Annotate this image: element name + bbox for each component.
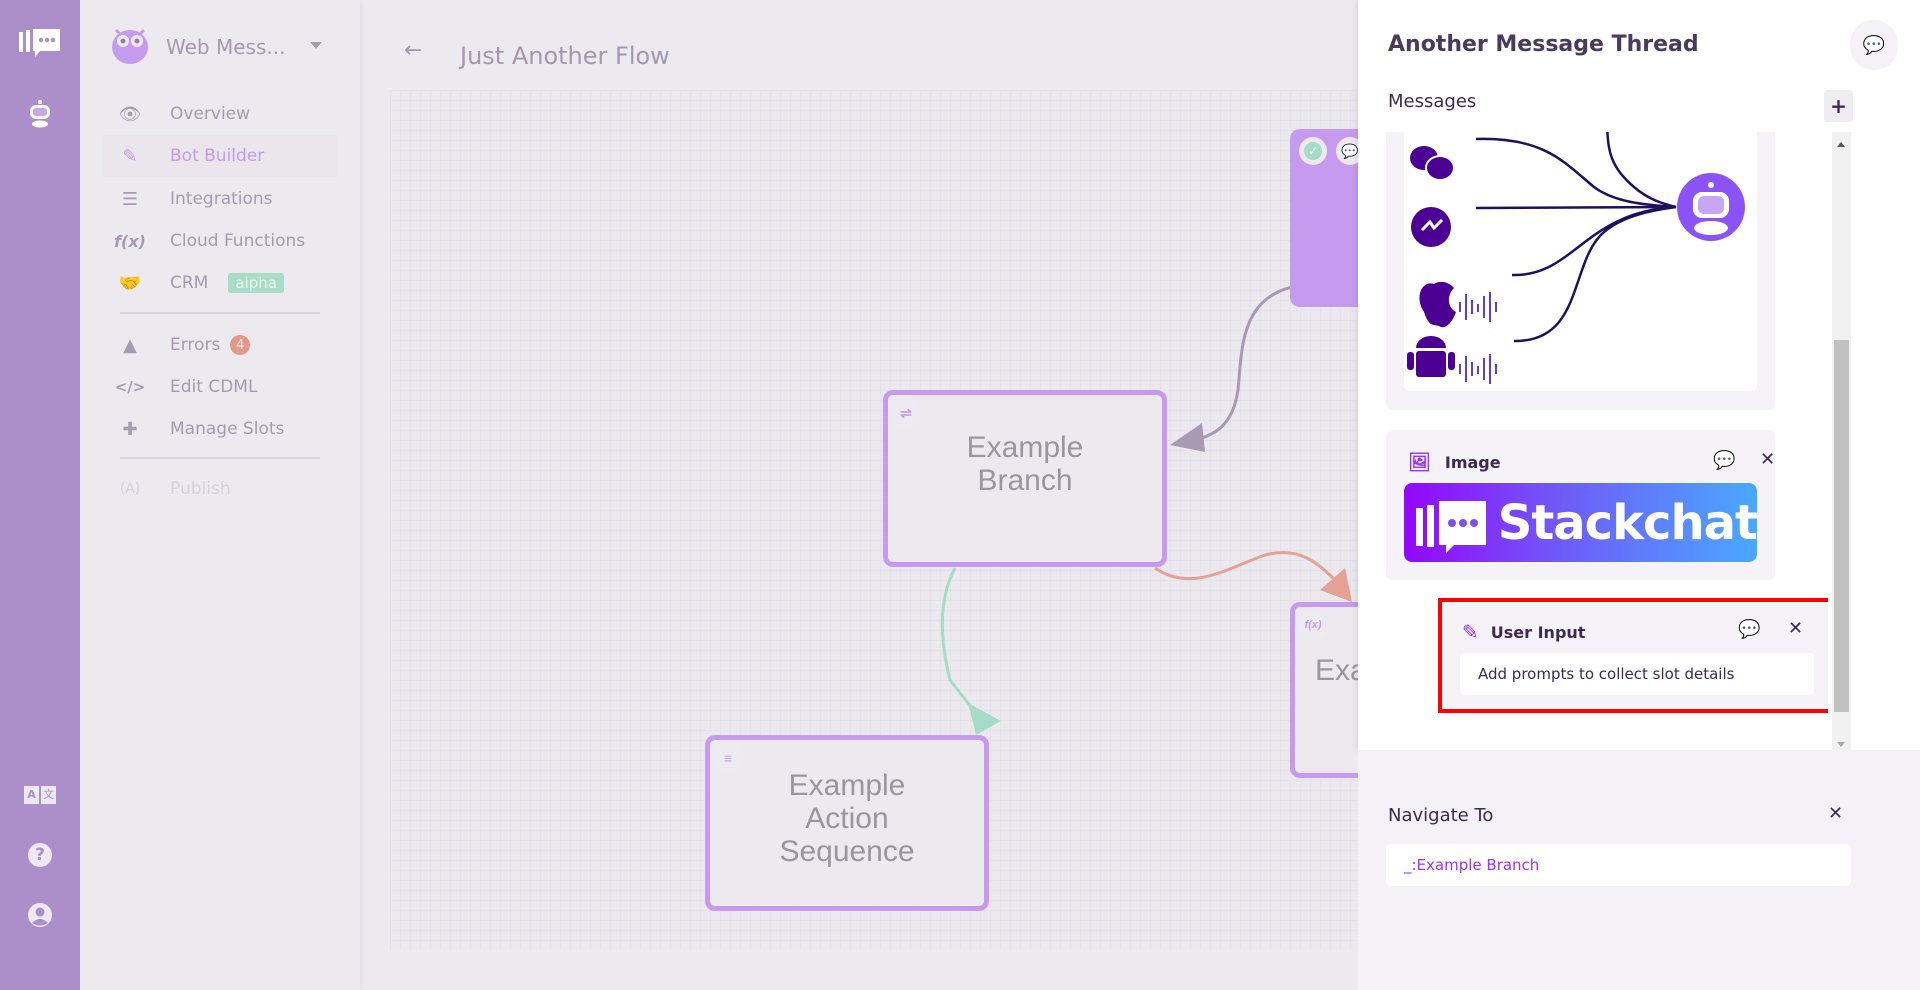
edge-arrowhead xyxy=(1170,423,1205,452)
card-label: User Input xyxy=(1490,622,1586,642)
messages-label: Messages xyxy=(1388,91,1477,112)
add-comment-icon[interactable]: 💬 xyxy=(1713,450,1735,471)
navigate-to-section: Navigate To ✕ _:Example Branch xyxy=(1358,750,1920,990)
edge-default xyxy=(1194,285,1293,442)
close-icon[interactable]: ✕ xyxy=(1828,803,1843,824)
comments-button[interactable]: 💬 xyxy=(1850,20,1898,70)
message-thread-panel: Another Message Thread 💬 Messages + 🖼 Im… xyxy=(1358,0,1920,760)
message-card-graphic[interactable] xyxy=(1386,132,1775,410)
node-label: Example Branch xyxy=(966,430,1084,497)
slot-prompts-input[interactable]: Add prompts to collect slot details xyxy=(1460,653,1814,695)
audio-wave-icon xyxy=(1459,292,1497,384)
scroll-up-icon[interactable] xyxy=(1837,142,1845,147)
android-icon xyxy=(1416,351,1446,377)
comments-icon: 💬 xyxy=(1862,34,1886,56)
function-icon: f(x) xyxy=(1298,610,1328,640)
scrollbar[interactable] xyxy=(1832,132,1851,760)
message-card-user-input[interactable]: ✎ User Input 💬 ✕ Add prompts to collect s… xyxy=(1438,598,1828,713)
edge-arrowhead xyxy=(1320,568,1352,602)
panel-title: Another Message Thread xyxy=(1388,32,1699,57)
edge-failure xyxy=(1154,550,1342,587)
node-example-branch[interactable]: ⇌ Example Branch xyxy=(883,390,1167,567)
signpost-icon: ⇌ xyxy=(891,398,921,428)
image-icon: 🖼 xyxy=(1408,452,1431,473)
scrollbar-thumb[interactable] xyxy=(1834,340,1849,712)
close-icon[interactable]: ✕ xyxy=(1760,449,1775,470)
add-comment-icon[interactable]: 💬 xyxy=(1738,619,1760,640)
stackchat-banner: Stackchat xyxy=(1404,483,1758,562)
navigate-target-select[interactable]: _:Example Branch xyxy=(1386,844,1851,886)
banner-text: Stackchat xyxy=(1497,494,1758,551)
pencil-icon: ✎ xyxy=(1462,620,1479,644)
scroll-down-icon[interactable] xyxy=(1837,742,1845,747)
list-icon: ≡ xyxy=(713,743,743,773)
close-icon[interactable]: ✕ xyxy=(1788,618,1803,639)
add-message-button[interactable]: + xyxy=(1824,90,1853,122)
check-icon: ✓ xyxy=(1299,137,1327,165)
apple-icon xyxy=(1419,281,1456,328)
card-label: Image xyxy=(1444,453,1501,472)
stackchat-logo-icon xyxy=(1416,500,1486,553)
edge-success xyxy=(940,567,977,713)
node-label: Example Action Sequence xyxy=(779,768,915,868)
message-card-image[interactable]: 🖼 Image 💬 ✕ Stackchat xyxy=(1386,430,1775,580)
messages-list[interactable]: 🖼 Image 💬 ✕ Stackchat ✎ User Input 💬 ✕ Add… xyxy=(1358,132,1828,760)
navigate-to-label: Navigate To xyxy=(1388,805,1494,826)
channels-graphic xyxy=(1404,132,1757,391)
messenger-icon xyxy=(1411,207,1451,247)
edge-arrowhead xyxy=(968,703,1001,735)
node-example-action-sequence[interactable]: ≡ Example Action Sequence xyxy=(705,735,989,911)
